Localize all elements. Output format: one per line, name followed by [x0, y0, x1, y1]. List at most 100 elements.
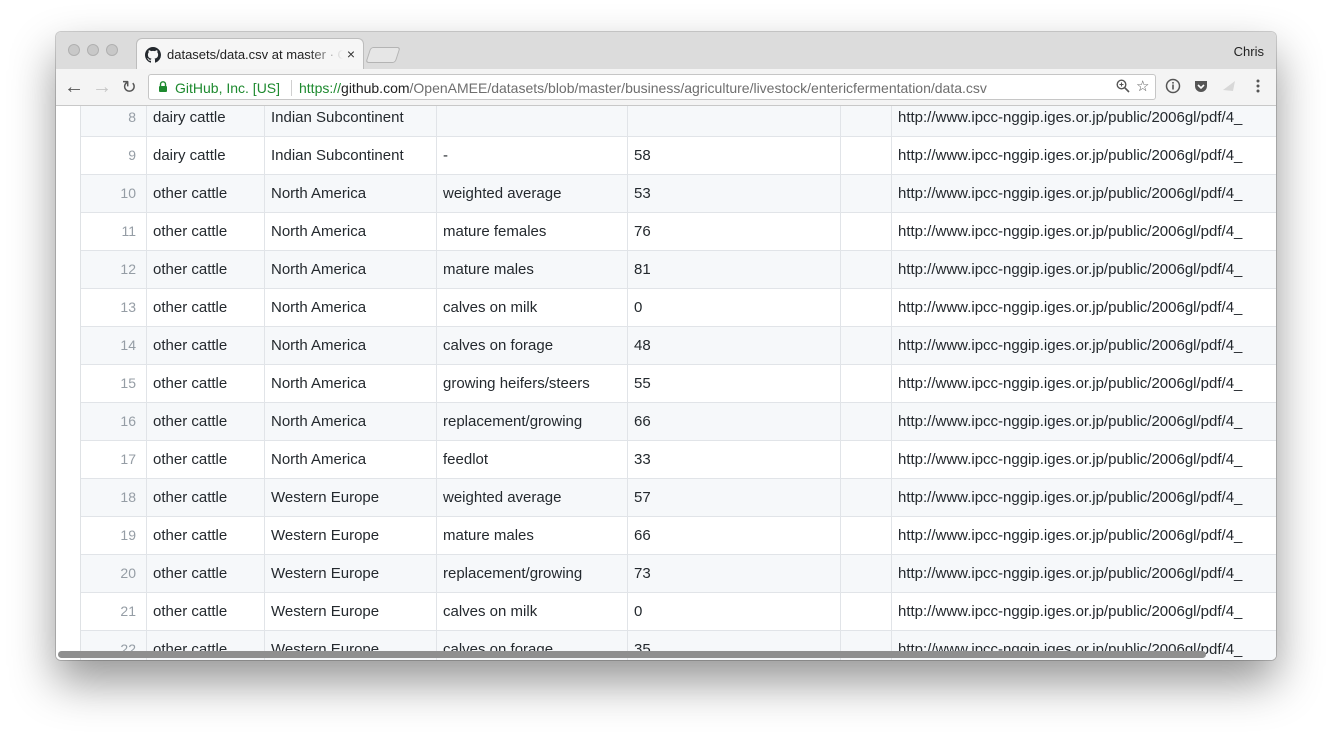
horizontal-scrollbar[interactable]: [58, 651, 1206, 658]
line-number[interactable]: 10: [81, 175, 146, 212]
table-row: 18 other cattle Western Europe weighted ave…: [81, 479, 1276, 517]
cell-region: North America: [264, 175, 436, 212]
line-number[interactable]: 9: [81, 137, 146, 174]
cell-source-url: http://www.ipcc-nggip.iges.or.jp/public/…: [891, 106, 1276, 136]
cell-source-url: http://www.ipcc-nggip.iges.or.jp/public/…: [891, 327, 1276, 364]
cell-source-url: http://www.ipcc-nggip.iges.or.jp/public/…: [891, 365, 1276, 402]
line-number[interactable]: 18: [81, 479, 146, 516]
url-text[interactable]: https://github.com/OpenAMEE/datasets/blo…: [299, 80, 987, 96]
line-number[interactable]: 19: [81, 517, 146, 554]
cell-region: Indian Subcontinent: [264, 137, 436, 174]
cell-region: North America: [264, 441, 436, 478]
forward-arrow-icon[interactable]: →: [92, 77, 112, 97]
cell-animal: dairy cattle: [146, 106, 264, 136]
lock-icon: [159, 81, 167, 92]
bookmark-star-icon[interactable]: ☆: [1136, 79, 1149, 95]
cell-value: 81: [627, 251, 840, 288]
csv-file-view: 8 dairy cattle Indian Subcontinent http://w…: [56, 106, 1276, 660]
line-number[interactable]: 8: [81, 106, 146, 136]
cell-type: -: [436, 137, 627, 174]
tab-close-icon[interactable]: ×: [347, 46, 355, 62]
cell-note: [840, 365, 891, 402]
line-number[interactable]: 17: [81, 441, 146, 478]
table-row: 10 other cattle North America weighted aver…: [81, 175, 1276, 213]
cell-value: [627, 106, 840, 136]
cell-region: Western Europe: [264, 517, 436, 554]
title-bar: datasets/data.csv at master · OpenAMEE/d…: [56, 32, 1276, 70]
cell-type: calves on milk: [436, 289, 627, 326]
cell-note: [840, 137, 891, 174]
extension-icon[interactable]: [1220, 78, 1238, 96]
menu-kebab-icon[interactable]: [1249, 78, 1267, 96]
cell-value: 66: [627, 517, 840, 554]
cell-type: feedlot: [436, 441, 627, 478]
url-host: github.com: [341, 80, 410, 96]
address-separator: [291, 80, 292, 96]
cell-note: [840, 517, 891, 554]
reload-icon[interactable]: ↻: [119, 77, 139, 97]
cell-source-url: http://www.ipcc-nggip.iges.or.jp/public/…: [891, 137, 1276, 174]
cell-value: 76: [627, 213, 840, 250]
table-row: 15 other cattle North America growing heife…: [81, 365, 1276, 403]
cell-value: 33: [627, 441, 840, 478]
cell-source-url: http://www.ipcc-nggip.iges.or.jp/public/…: [891, 213, 1276, 250]
table-row: 9 dairy cattle Indian Subcontinent -58 http:…: [81, 137, 1276, 175]
cell-region: North America: [264, 251, 436, 288]
cell-source-url: http://www.ipcc-nggip.iges.or.jp/public/…: [891, 517, 1276, 554]
line-number[interactable]: 12: [81, 251, 146, 288]
cell-animal: other cattle: [146, 403, 264, 440]
cell-note: [840, 251, 891, 288]
cell-type: weighted average: [436, 479, 627, 516]
cell-source-url: http://www.ipcc-nggip.iges.or.jp/public/…: [891, 479, 1276, 516]
cell-region: North America: [264, 365, 436, 402]
cell-value: 57: [627, 479, 840, 516]
pocket-icon[interactable]: [1192, 78, 1210, 96]
line-number[interactable]: 13: [81, 289, 146, 326]
browser-window: datasets/data.csv at master · OpenAMEE/d…: [56, 32, 1276, 660]
cell-value: 0: [627, 593, 840, 630]
cell-value: 66: [627, 403, 840, 440]
line-number[interactable]: 14: [81, 327, 146, 364]
table-row: 20 other cattle Western Europe replacement/…: [81, 555, 1276, 593]
browser-toolbar: ← → ↻ GitHub, Inc. [US] https://github.c…: [56, 69, 1276, 106]
zoom-window-button[interactable]: [106, 44, 118, 56]
line-number[interactable]: 21: [81, 593, 146, 630]
cell-animal: other cattle: [146, 327, 264, 364]
csv-table: 8 dairy cattle Indian Subcontinent http://w…: [81, 106, 1276, 660]
minimize-window-button[interactable]: [87, 44, 99, 56]
table-row: 19 other cattle Western Europe mature males…: [81, 517, 1276, 555]
line-number[interactable]: 15: [81, 365, 146, 402]
tab-active[interactable]: datasets/data.csv at master · OpenAMEE/d…: [136, 38, 364, 70]
cell-animal: other cattle: [146, 175, 264, 212]
table-row: 17 other cattle North America feedlot 33 http…: [81, 441, 1276, 479]
cell-type: calves on forage: [436, 327, 627, 364]
table-row: 11 other cattle North America mature female…: [81, 213, 1276, 251]
new-tab-button[interactable]: [365, 47, 401, 63]
cell-source-url: http://www.ipcc-nggip.iges.or.jp/public/…: [891, 289, 1276, 326]
cell-type: [436, 106, 627, 136]
cell-animal: other cattle: [146, 441, 264, 478]
cell-animal: other cattle: [146, 593, 264, 630]
table-row: 8 dairy cattle Indian Subcontinent http://w…: [81, 106, 1276, 137]
cell-note: [840, 175, 891, 212]
close-window-button[interactable]: [68, 44, 80, 56]
cell-value: 58: [627, 137, 840, 174]
address-bar[interactable]: GitHub, Inc. [US] https://github.com/Ope…: [148, 74, 1156, 100]
site-identity[interactable]: GitHub, Inc. [US]: [175, 80, 280, 96]
cell-region: North America: [264, 289, 436, 326]
profile-name[interactable]: Chris: [1234, 44, 1264, 59]
info-extension-icon[interactable]: [1164, 78, 1182, 96]
back-arrow-icon[interactable]: ←: [64, 77, 84, 97]
zoom-icon[interactable]: [1116, 79, 1130, 97]
cell-animal: other cattle: [146, 251, 264, 288]
cell-source-url: http://www.ipcc-nggip.iges.or.jp/public/…: [891, 251, 1276, 288]
tab-title: datasets/data.csv at master · OpenAMEE/d…: [167, 47, 343, 62]
line-number[interactable]: 20: [81, 555, 146, 592]
cell-region: Western Europe: [264, 555, 436, 592]
url-path: /OpenAMEE/datasets/blob/master/business/…: [409, 80, 987, 96]
cell-type: replacement/growing: [436, 555, 627, 592]
table-row: 16 other cattle North America replacement/g…: [81, 403, 1276, 441]
line-number[interactable]: 16: [81, 403, 146, 440]
cell-note: [840, 555, 891, 592]
line-number[interactable]: 11: [81, 213, 146, 250]
